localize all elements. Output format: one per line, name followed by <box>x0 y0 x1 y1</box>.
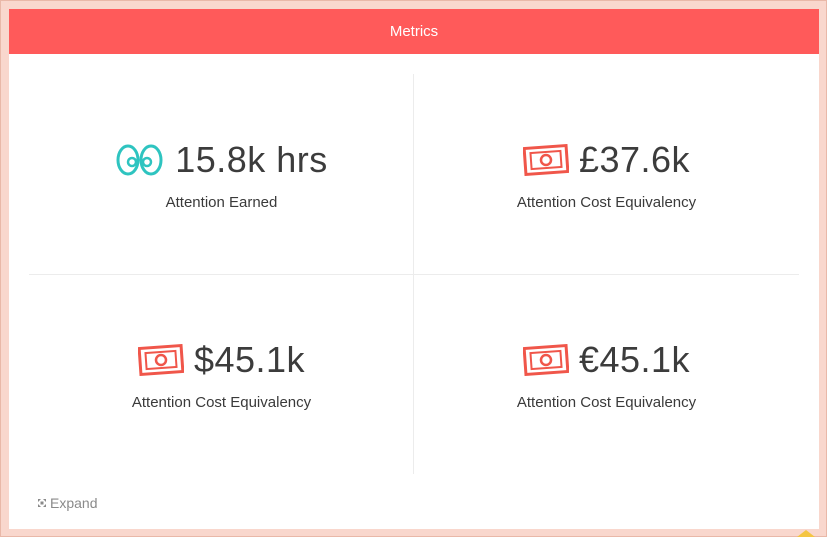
expand-button[interactable]: Expand <box>37 495 97 511</box>
panel-title: Metrics <box>389 23 439 40</box>
expand-label: Expand <box>50 495 98 511</box>
metric-value: $45.1k <box>193 338 306 380</box>
money-icon <box>137 343 184 376</box>
metric-label: Attention Cost Equivalency <box>516 393 697 411</box>
money-icon <box>522 343 569 376</box>
metric-value: 15.8k hrs <box>175 138 328 180</box>
resize-corner-marker[interactable] <box>797 530 815 537</box>
expand-icon <box>37 498 47 508</box>
metric-value: €45.1k <box>578 338 691 380</box>
widget-frame: Metrics 15.8k hrs Attention Earned £37.6… <box>0 0 827 537</box>
metrics-grid: 15.8k hrs Attention Earned £37.6k Attent… <box>29 74 799 474</box>
metric-cost-gbp: £37.6k Attention Cost Equivalency <box>414 74 799 274</box>
metric-value: £37.6k <box>578 138 691 180</box>
panel-header: Metrics <box>9 9 819 54</box>
metric-cost-usd: $45.1k Attention Cost Equivalency <box>29 274 414 474</box>
money-icon <box>522 143 569 176</box>
metric-label: Attention Earned <box>165 193 278 211</box>
eyes-icon <box>115 143 165 177</box>
metric-label: Attention Cost Equivalency <box>516 193 697 211</box>
metrics-panel: Metrics 15.8k hrs Attention Earned £37.6… <box>9 9 819 529</box>
metric-attention-earned: 15.8k hrs Attention Earned <box>29 74 414 274</box>
metric-label: Attention Cost Equivalency <box>131 393 312 411</box>
metric-cost-eur: €45.1k Attention Cost Equivalency <box>414 274 799 474</box>
